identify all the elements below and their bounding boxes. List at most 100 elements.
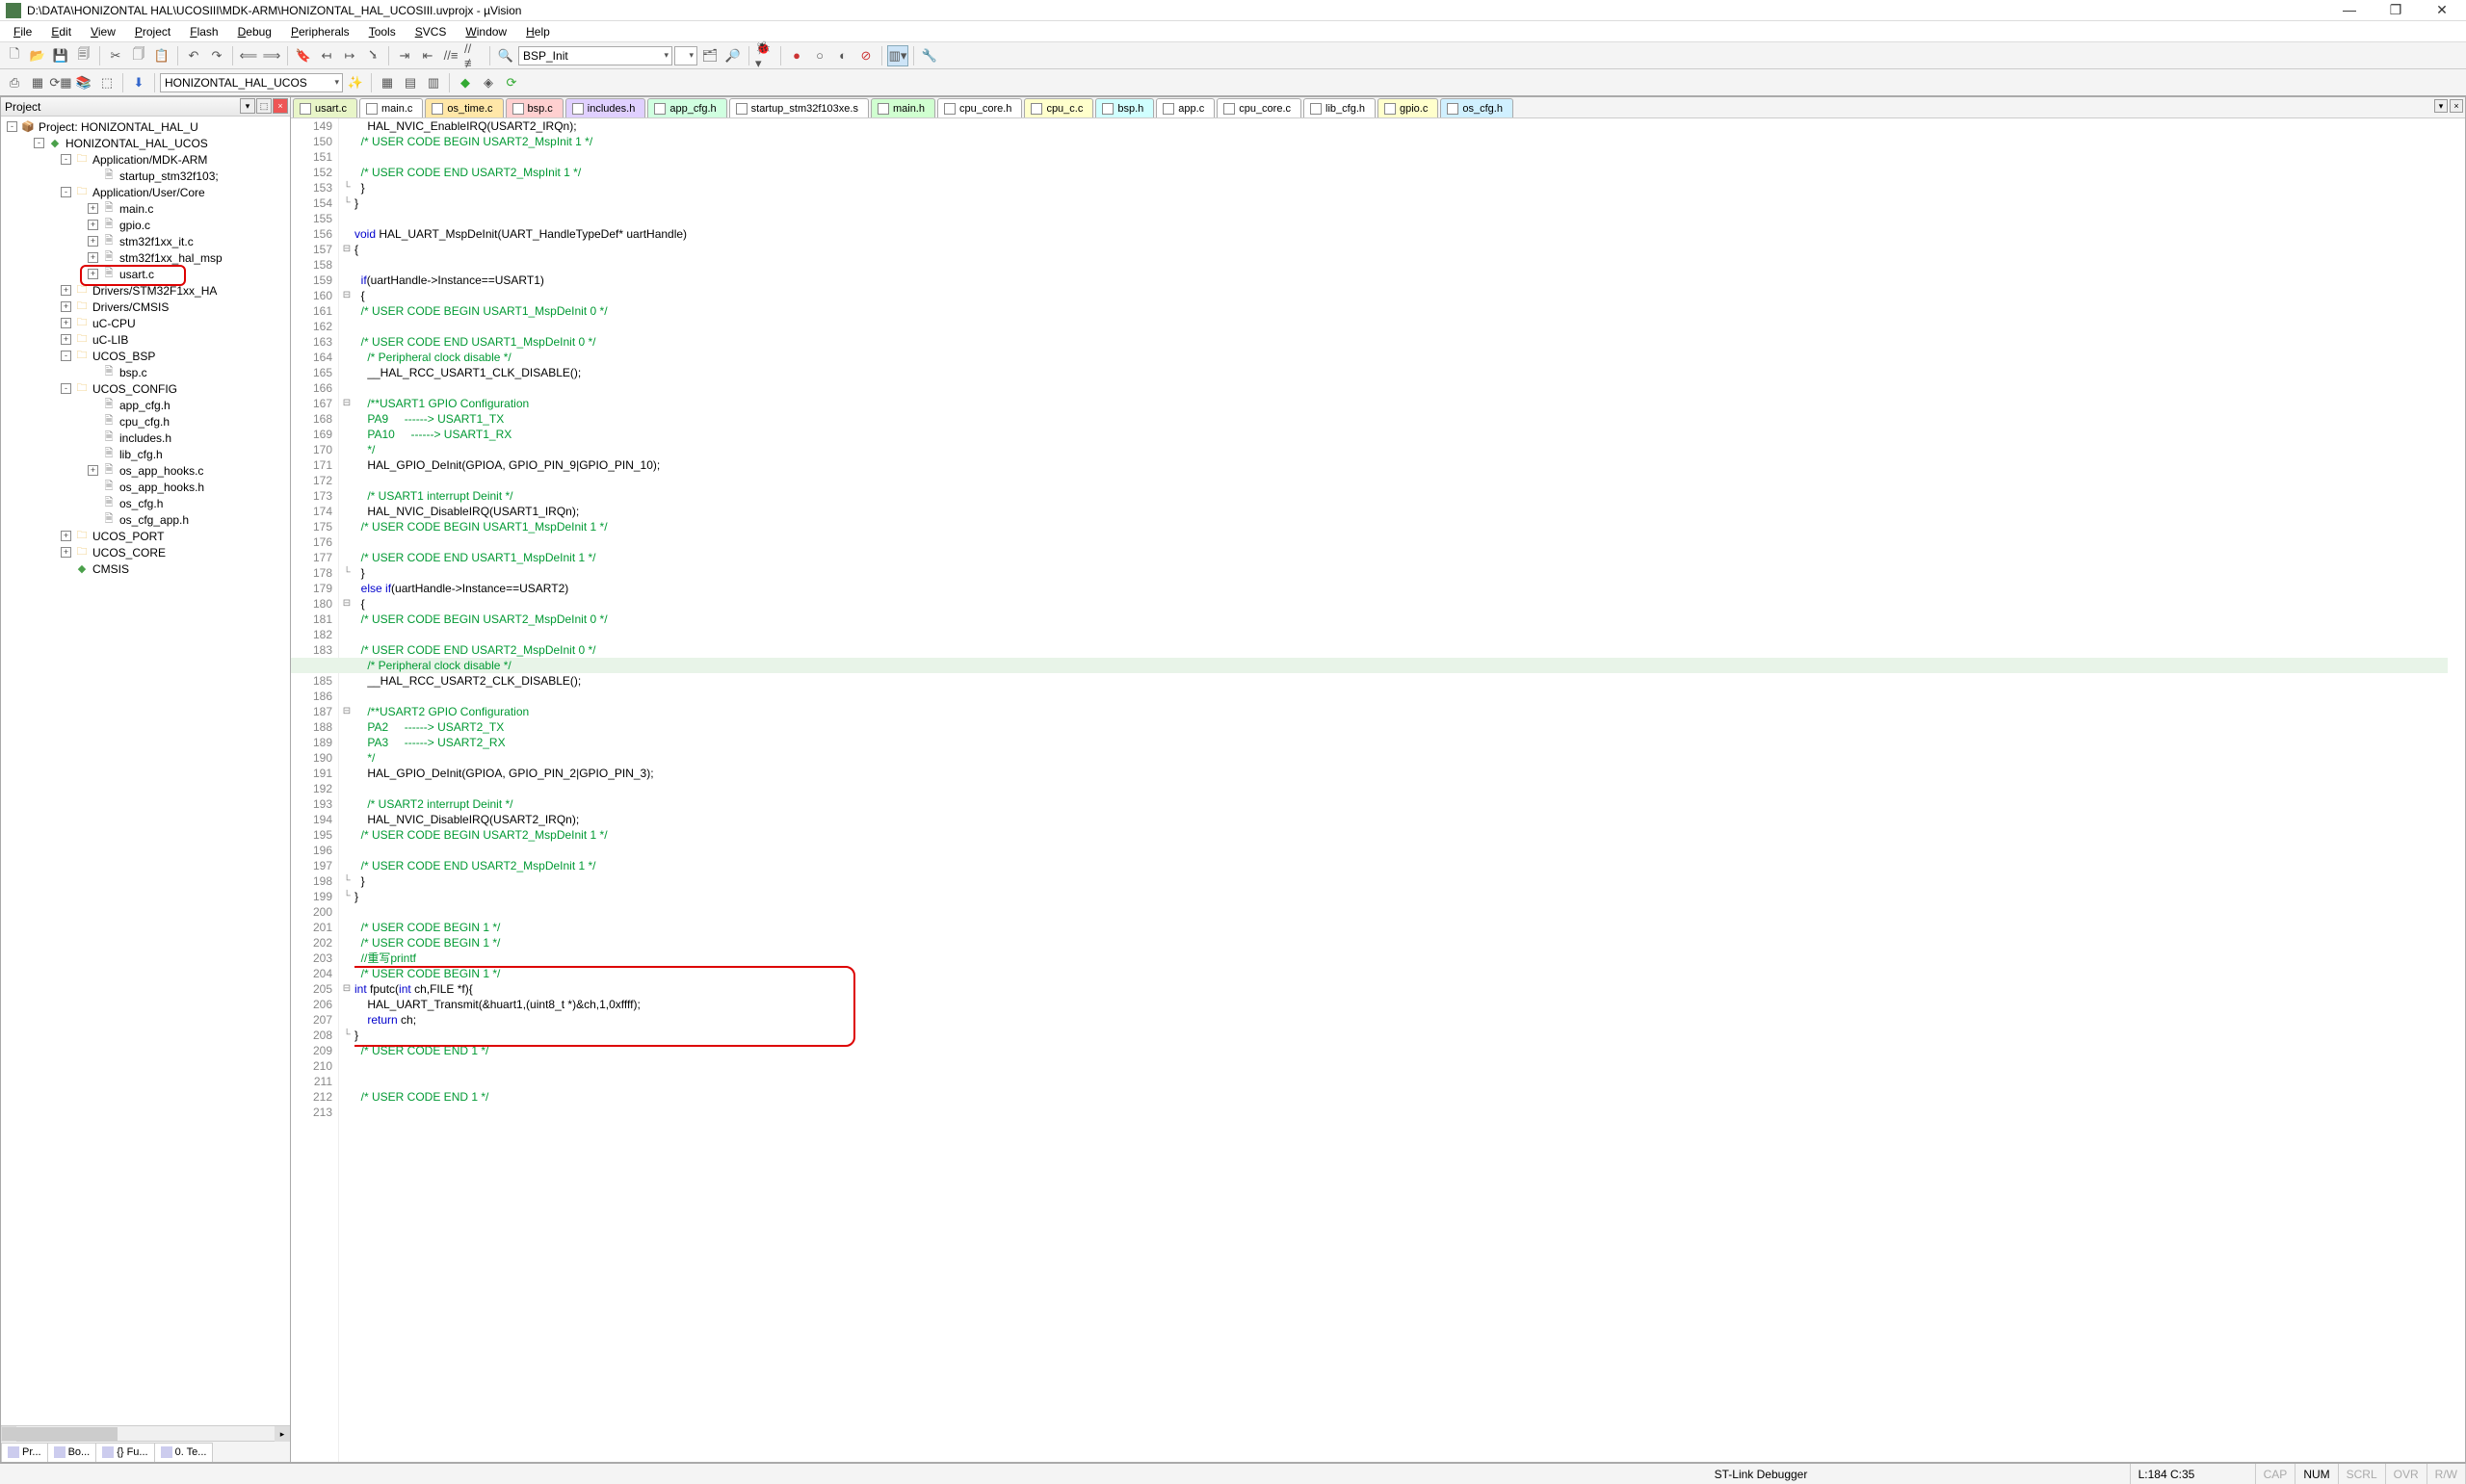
open-icon[interactable]: 📂 — [27, 45, 48, 66]
menu-flash[interactable]: Flash — [182, 23, 225, 40]
code-tab[interactable]: bsp.c — [506, 98, 564, 117]
bookmark-icon[interactable]: 🔖 — [293, 45, 314, 66]
code-tab[interactable]: app_cfg.h — [647, 98, 726, 117]
download-icon[interactable]: ⬇ — [128, 72, 149, 93]
manage-rtos-icon[interactable]: ▦ — [377, 72, 398, 93]
tree-item[interactable]: 🗎os_app_hooks.h — [1, 479, 290, 495]
window-layout-icon[interactable]: ▥▾ — [887, 45, 908, 66]
code-tab[interactable]: app.c — [1156, 98, 1215, 117]
tree-item[interactable]: +🗎os_app_hooks.c — [1, 462, 290, 479]
paste-icon[interactable]: 📋 — [151, 45, 172, 66]
code-tab[interactable]: cpu_c.c — [1024, 98, 1093, 117]
code-tab[interactable]: cpu_core.c — [1217, 98, 1301, 117]
tree-item[interactable]: -🗀Application/MDK-ARM — [1, 151, 290, 168]
code-text[interactable]: HAL_NVIC_EnableIRQ(USART2_IRQn); /* USER… — [354, 118, 2465, 1462]
tree-item[interactable]: +🗀UCOS_PORT — [1, 528, 290, 544]
tree-item[interactable]: +🗎stm32f1xx_hal_msp — [1, 249, 290, 266]
tree-item[interactable]: 🗎os_cfg.h — [1, 495, 290, 511]
indent-icon[interactable]: ⇥ — [394, 45, 415, 66]
code-tab[interactable]: lib_cfg.h — [1303, 98, 1376, 117]
find-scope-combo[interactable] — [674, 46, 697, 65]
menu-help[interactable]: Help — [518, 23, 558, 40]
nav-back-icon[interactable]: ⟸ — [238, 45, 259, 66]
configure-icon[interactable]: 🔧 — [919, 45, 940, 66]
project-hscroll[interactable]: ◂▸ — [1, 1425, 290, 1441]
debug-icon[interactable]: 🐞▾ — [754, 45, 775, 66]
menu-svcs[interactable]: SVCS — [407, 23, 455, 40]
code-tab[interactable]: startup_stm32f103xe.s — [729, 98, 869, 117]
stop-build-icon[interactable]: ⬚ — [96, 72, 118, 93]
menu-view[interactable]: View — [83, 23, 123, 40]
outdent-icon[interactable]: ⇤ — [417, 45, 438, 66]
code-tab[interactable]: bsp.h — [1095, 98, 1154, 117]
panel-tab[interactable]: {} Fu... — [95, 1443, 154, 1462]
save-icon[interactable]: 💾 — [50, 45, 71, 66]
build-icon[interactable]: ▦ — [27, 72, 48, 93]
find-combo[interactable]: BSP_Init — [518, 46, 672, 65]
code-tab[interactable]: main.c — [359, 98, 423, 117]
tree-item[interactable]: ◆CMSIS — [1, 560, 290, 577]
bookmark-prev-icon[interactable]: ↤ — [316, 45, 337, 66]
batch-build-icon[interactable]: 📚 — [73, 72, 94, 93]
tree-item[interactable]: +🗎gpio.c — [1, 217, 290, 233]
rebuild-icon[interactable]: ⟳▦ — [50, 72, 71, 93]
tree-item[interactable]: 🗎app_cfg.h — [1, 397, 290, 413]
menu-debug[interactable]: Debug — [230, 23, 279, 40]
tree-item[interactable]: +🗀Drivers/CMSIS — [1, 299, 290, 315]
panel-pos-icon[interactable]: ▾ — [240, 98, 255, 114]
panel-tab[interactable]: Bo... — [47, 1443, 97, 1462]
copy-icon[interactable]: 🗍 — [128, 45, 149, 66]
menu-edit[interactable]: Edit — [43, 23, 79, 40]
comment-icon[interactable]: //≡ — [440, 45, 461, 66]
select-packs-icon[interactable]: ▥ — [423, 72, 444, 93]
menu-tools[interactable]: Tools — [361, 23, 404, 40]
tree-item[interactable]: +🗀Drivers/STM32F1xx_HA — [1, 282, 290, 299]
tree-item[interactable]: 🗎os_cfg_app.h — [1, 511, 290, 528]
incr-find-icon[interactable]: 🔎 — [722, 45, 744, 66]
redo-icon[interactable]: ↷ — [206, 45, 227, 66]
tab-list-icon[interactable]: ▾ — [2434, 99, 2448, 113]
menu-window[interactable]: Window — [458, 23, 514, 40]
translate-icon[interactable]: ⎙ — [4, 72, 25, 93]
code-tab[interactable]: includes.h — [565, 98, 646, 117]
pack-install-icon[interactable]: ◆ — [455, 72, 476, 93]
tree-item[interactable]: -🗀UCOS_BSP — [1, 348, 290, 364]
menu-project[interactable]: Project — [127, 23, 178, 40]
minimize-button[interactable]: — — [2335, 2, 2364, 18]
tree-item[interactable]: 🗎bsp.c — [1, 364, 290, 380]
tree-item[interactable]: +🗀UCOS_CORE — [1, 544, 290, 560]
menu-peripherals[interactable]: Peripherals — [283, 23, 357, 40]
record-icon[interactable]: ● — [786, 45, 807, 66]
update-icon[interactable]: ⟳ — [501, 72, 522, 93]
tree-item[interactable]: -🗀Application/User/Core — [1, 184, 290, 200]
breakpoint-kill-icon[interactable]: ⊘ — [855, 45, 877, 66]
tree-item[interactable]: -🗀UCOS_CONFIG — [1, 380, 290, 397]
code-tab[interactable]: main.h — [871, 98, 935, 117]
tree-item[interactable]: +🗎main.c — [1, 200, 290, 217]
project-tree[interactable]: -📦Project: HONIZONTAL_HAL_U-◆HONIZONTAL_… — [1, 117, 290, 1425]
tools-icon[interactable]: ◈ — [478, 72, 499, 93]
code-tab[interactable]: usart.c — [293, 98, 357, 117]
tree-item[interactable]: 🗎startup_stm32f103; — [1, 168, 290, 184]
nav-fwd-icon[interactable]: ⟹ — [261, 45, 282, 66]
cut-icon[interactable]: ✂ — [105, 45, 126, 66]
find-icon[interactable]: 🔍 — [495, 45, 516, 66]
tree-item[interactable]: 🗎cpu_cfg.h — [1, 413, 290, 430]
panel-close-icon[interactable]: × — [273, 98, 288, 114]
code-tab[interactable]: os_cfg.h — [1440, 98, 1513, 117]
target-options-icon[interactable]: ✨ — [345, 72, 366, 93]
maximize-button[interactable]: ❐ — [2381, 2, 2410, 18]
tree-item[interactable]: 🗎lib_cfg.h — [1, 446, 290, 462]
code-tab[interactable]: gpio.c — [1377, 98, 1438, 117]
tree-item[interactable]: +🗎usart.c — [1, 266, 290, 282]
tree-item[interactable]: +🗀uC-LIB — [1, 331, 290, 348]
find-in-files-icon[interactable]: 🗂 — [699, 45, 721, 66]
manage-components-icon[interactable]: ▤ — [400, 72, 421, 93]
undo-icon[interactable]: ↶ — [183, 45, 204, 66]
bookmark-clear-icon[interactable]: ⭸ — [362, 45, 383, 66]
breakpoint-disable-icon[interactable]: ◐ — [832, 45, 853, 66]
tree-item[interactable]: -📦Project: HONIZONTAL_HAL_U — [1, 118, 290, 135]
breakpoint-enable-icon[interactable]: ○ — [809, 45, 830, 66]
tab-close-icon[interactable]: × — [2450, 99, 2463, 113]
save-all-icon[interactable]: 🗐 — [73, 45, 94, 66]
